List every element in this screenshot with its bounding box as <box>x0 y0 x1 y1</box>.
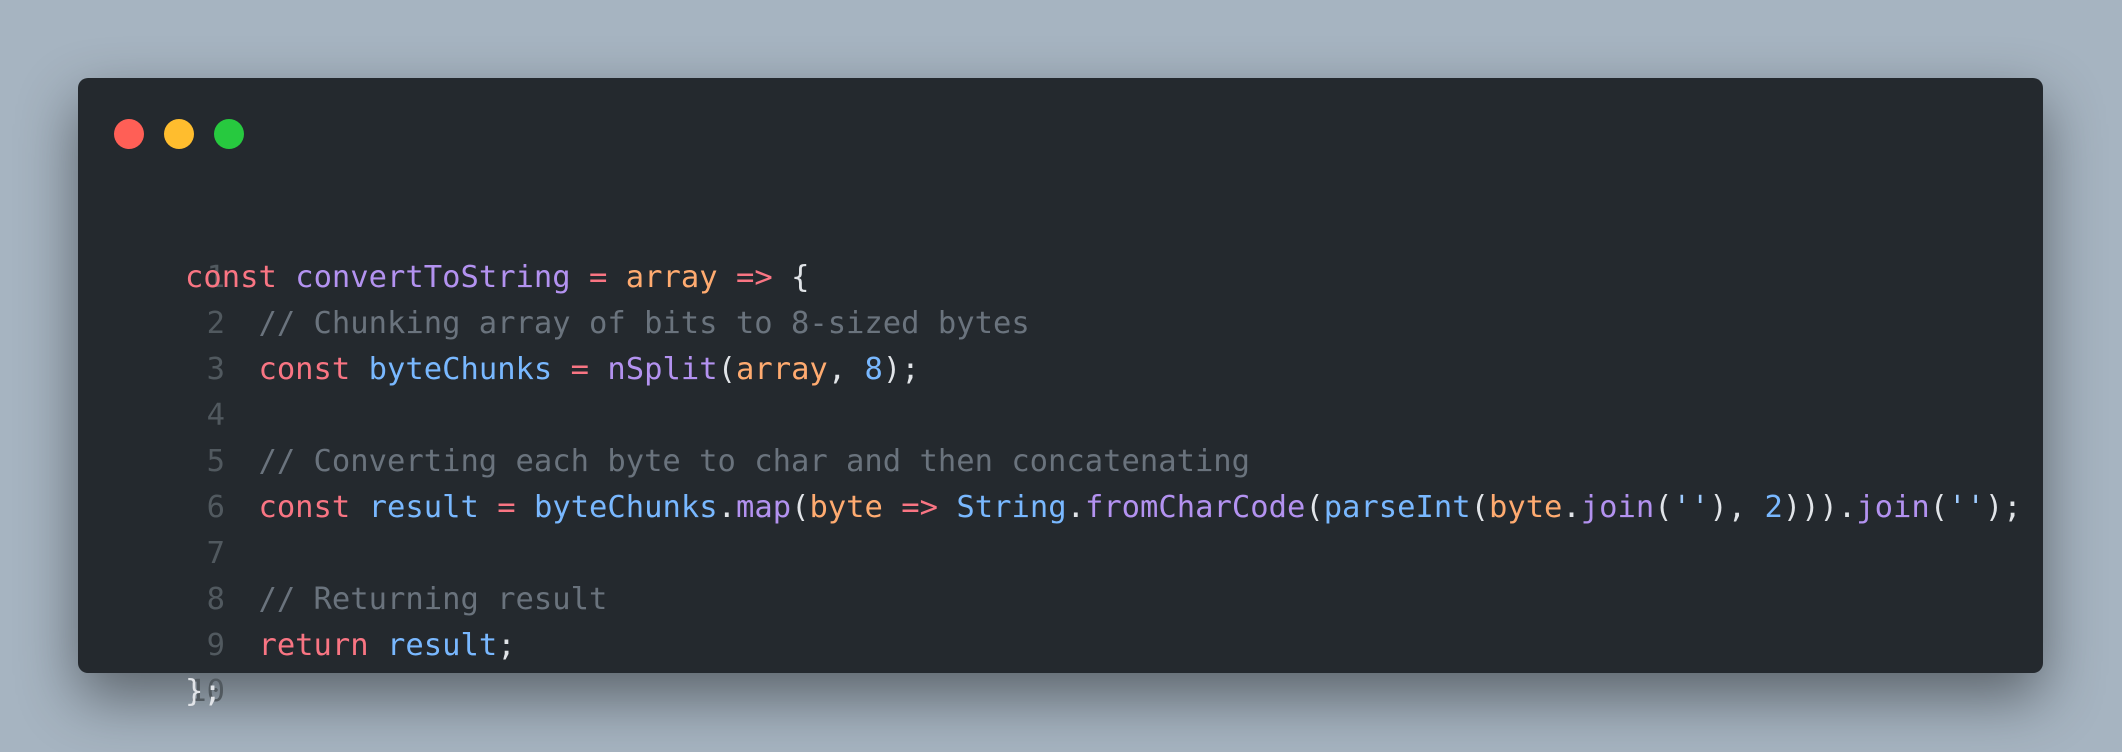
code-line: 10}; <box>78 669 2043 715</box>
code-token: => <box>735 260 773 295</box>
code-window: 1 const convertToString = array => {2 // … <box>78 78 2043 709</box>
code-text: const result = byteChunks.map(byte => St… <box>185 485 2022 531</box>
code-token: . <box>1562 490 1581 525</box>
code-token: ), <box>1709 490 1765 525</box>
code-line: 7 <box>78 531 2043 577</box>
code-token: return <box>258 628 369 663</box>
code-token: join <box>1856 490 1930 525</box>
code-token: array <box>735 352 828 387</box>
code-token: byteChunks <box>533 490 718 525</box>
code-token: ( <box>791 490 810 525</box>
code-token: ); <box>1984 490 2022 525</box>
code-token: // Returning result <box>258 582 608 617</box>
code-line: 4 <box>78 393 2043 439</box>
code-token: = <box>570 352 590 387</box>
code-token: '' <box>1948 490 1985 525</box>
close-button[interactable] <box>114 119 144 149</box>
code-token: const <box>258 490 351 525</box>
line-number: 7 <box>206 536 225 571</box>
code-text: const byteChunks = nSplit(array, 8); <box>185 347 920 393</box>
code-text: // Converting each byte to char and then… <box>185 439 1250 485</box>
code-token: const <box>258 352 351 387</box>
code-token: ))). <box>1782 490 1857 525</box>
code-token: byte <box>809 490 883 525</box>
code-text: return result; <box>185 623 516 669</box>
code-token: ( <box>1305 490 1324 525</box>
code-token: 2 <box>1764 490 1783 525</box>
code-line: 2 // Chunking array of bits to 8-sized b… <box>78 301 2043 347</box>
code-token: ( <box>1470 490 1489 525</box>
minimize-button[interactable] <box>164 119 194 149</box>
code-token: 8 <box>864 352 883 387</box>
code-text: }; <box>185 669 222 715</box>
code-token: String <box>956 490 1067 525</box>
code-token: map <box>735 490 792 525</box>
code-line: 5 // Converting each byte to char and th… <box>78 439 2043 485</box>
code-token: '' <box>1672 490 1710 525</box>
code-line: 8 // Returning result <box>78 577 2043 623</box>
code-text: // Chunking array of bits to 8-sized byt… <box>185 301 1030 347</box>
code-token: nSplit <box>607 352 718 387</box>
code-token: result <box>368 490 479 525</box>
code-text: // Returning result <box>185 577 607 623</box>
code-token: => <box>901 490 939 525</box>
code-token: ); <box>882 352 920 387</box>
code-token: . <box>717 490 736 525</box>
code-token: join <box>1580 490 1655 525</box>
code-token: // Chunking array of bits to 8-sized byt… <box>258 306 1030 341</box>
code-token: ( <box>1929 490 1949 525</box>
code-token: const <box>185 260 277 295</box>
code-token: fromCharCode <box>1084 490 1306 525</box>
window-controls <box>114 119 244 149</box>
code-line: 9 return result; <box>78 623 2043 669</box>
code-token: { <box>772 260 810 295</box>
code-token: convertToString <box>295 260 571 295</box>
code-token: byteChunks <box>368 352 553 387</box>
code-token: = <box>589 260 608 295</box>
line-number: 4 <box>206 398 225 433</box>
code-line: 6 const result = byteChunks.map(byte => … <box>78 485 2043 531</box>
code-token: byte <box>1488 490 1563 525</box>
code-token: ( <box>1654 490 1673 525</box>
code-token: ; <box>497 628 516 663</box>
code-token: array <box>625 260 718 295</box>
code-token: . <box>1066 490 1085 525</box>
code-token: parseInt <box>1323 490 1471 525</box>
code-token: result <box>387 628 498 663</box>
code-token: , <box>827 352 865 387</box>
code-token: = <box>497 490 516 525</box>
code-line: 3 const byteChunks = nSplit(array, 8); <box>78 347 2043 393</box>
code-token: }; <box>185 674 222 709</box>
code-token: ( <box>717 352 736 387</box>
maximize-button[interactable] <box>214 119 244 149</box>
code-line: 1 const convertToString = array => { <box>78 255 2043 301</box>
code-text: const convertToString = array => { <box>185 255 809 301</box>
code-token: // Converting each byte to char and then… <box>258 444 1251 479</box>
